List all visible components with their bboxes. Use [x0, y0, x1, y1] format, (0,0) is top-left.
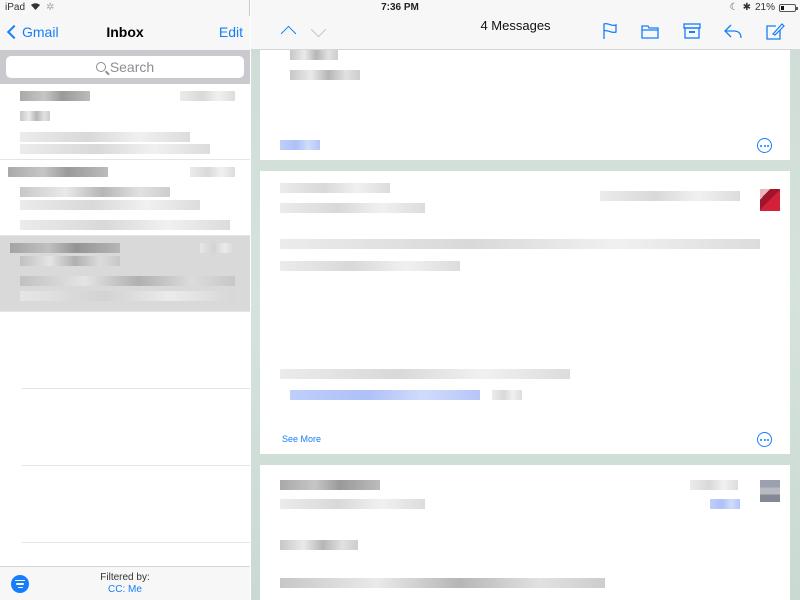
redacted-body — [280, 261, 460, 271]
more-options-icon[interactable] — [757, 138, 772, 153]
filter-label: Filtered by: — [100, 572, 150, 583]
moon-icon: ☾ — [729, 2, 739, 13]
mailbox-toolbar: Filtered by: CC: Me — [0, 566, 250, 600]
search-input[interactable]: Search — [6, 56, 244, 78]
redacted-link[interactable] — [290, 390, 480, 400]
message-card: See More — [260, 171, 790, 454]
list-item-empty — [22, 312, 250, 389]
status-bar: iPad ✲ 7:36 PM ☾ ✱ 21% — [0, 0, 800, 16]
compose-icon[interactable] — [765, 22, 785, 40]
message-list[interactable] — [0, 84, 250, 566]
thread-pane: 4 Messages See More — [251, 0, 800, 600]
battery-icon — [779, 3, 798, 12]
message-card — [260, 465, 790, 600]
archive-icon[interactable] — [682, 22, 702, 40]
redacted-date — [690, 480, 738, 490]
redacted-sender — [280, 183, 390, 193]
avatar — [760, 480, 780, 502]
list-item-empty — [22, 389, 250, 466]
redacted-body — [280, 369, 570, 379]
search-placeholder: Search — [109, 59, 155, 75]
redacted-sender — [280, 480, 380, 490]
redacted-subject — [20, 256, 120, 266]
mailbox-pane: Gmail Inbox Edit Search Filtered by: CC:… — [0, 0, 250, 600]
folder-icon[interactable] — [640, 22, 660, 40]
redacted-link[interactable] — [280, 140, 320, 150]
list-item[interactable] — [0, 160, 250, 236]
redacted-sender — [20, 91, 90, 101]
mailbox-title: Inbox — [106, 24, 144, 40]
redacted-sender — [10, 243, 120, 253]
avatar — [760, 189, 780, 211]
reply-icon[interactable] — [723, 22, 743, 40]
redacted-recipients — [280, 499, 425, 509]
redacted-preview — [20, 144, 210, 154]
redacted-body — [280, 578, 605, 588]
redacted-text — [290, 50, 338, 60]
list-item-empty — [22, 466, 250, 543]
redacted-text — [290, 70, 360, 80]
redacted-preview — [20, 291, 235, 301]
thread-title: 4 Messages — [480, 18, 551, 33]
redacted-body — [280, 540, 358, 550]
redacted-preview — [20, 200, 200, 210]
mailbox-navbar: Gmail Inbox Edit — [0, 16, 250, 50]
more-options-icon[interactable] — [757, 432, 772, 447]
filter-status: Filtered by: CC: Me — [0, 572, 250, 596]
redacted-date — [180, 91, 235, 101]
bluetooth-icon: ✱ — [742, 2, 751, 13]
list-item-selected[interactable] — [0, 236, 250, 312]
redacted-recipients — [280, 203, 425, 213]
redacted-sender — [8, 167, 108, 177]
see-more-link[interactable]: See More — [282, 434, 321, 444]
list-item[interactable] — [0, 84, 250, 160]
redacted-date — [200, 243, 235, 253]
redacted-date — [600, 191, 740, 201]
redacted-text — [492, 390, 522, 400]
search-bar: Search — [0, 50, 250, 84]
redacted-preview — [20, 276, 235, 286]
redacted-date — [190, 167, 235, 177]
search-icon — [95, 62, 106, 72]
redacted-subject — [20, 187, 170, 197]
clock: 7:36 PM — [381, 2, 419, 13]
redacted-body — [280, 239, 760, 249]
redacted-preview — [20, 132, 190, 142]
redacted-details[interactable] — [710, 499, 740, 509]
message-card — [260, 50, 790, 160]
redacted-subject — [20, 111, 50, 121]
edit-button[interactable]: Edit — [219, 24, 243, 40]
flag-icon[interactable] — [600, 22, 620, 40]
battery-percent: 21% — [754, 2, 775, 13]
redacted-preview — [20, 220, 230, 230]
filter-value[interactable]: CC: Me — [0, 584, 250, 596]
